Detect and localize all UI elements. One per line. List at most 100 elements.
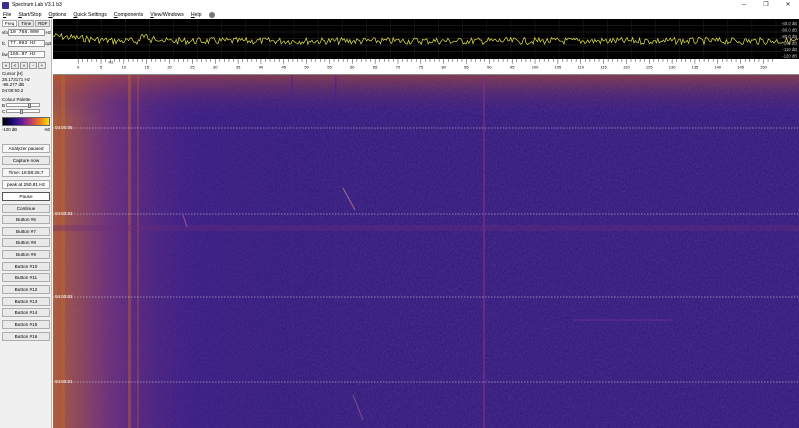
db-label: -110 dB [783, 47, 798, 52]
scale-tick-label: 65 [373, 64, 378, 69]
scale-tick-label: 85 [464, 64, 469, 69]
scale-tick-label: 0 [77, 64, 80, 69]
db-label: -100 dB [782, 41, 797, 46]
db-label: -120 dB [782, 54, 797, 59]
window-title: Spectrum Lab V3.1 b3 [12, 2, 62, 8]
cursor-time: 04:00:50.2 [2, 87, 24, 93]
scale-tick-label: 55 [327, 64, 332, 69]
user-button-8[interactable]: Button #8 [2, 238, 50, 247]
menu-options[interactable]: Options [48, 12, 66, 18]
brightness-slider[interactable] [6, 103, 40, 108]
scale-tick-label: 5 [100, 64, 103, 69]
vfo-unit: Hz [45, 30, 52, 35]
scroll-left-button[interactable]: < [11, 62, 19, 69]
waterfall-display[interactable]: 04:00:05 04:00:03 04:00:03 04:00:01 [53, 75, 799, 428]
zoom-out-button[interactable]: - [29, 62, 37, 69]
scale-tick-label: 40 [259, 64, 264, 69]
cursor-readout: Cursor [H] 28.173171 Hz -86.277 dB 04:00… [2, 71, 50, 93]
user-button-15[interactable]: Button #15 [2, 320, 50, 329]
control-panel: Freq Time RDF vfo 10 768.000 Hz fc 77.96… [0, 19, 52, 428]
palette-gradient[interactable] [2, 117, 50, 126]
colour-palette-group: Colour Palette B C -100 dB -50 [2, 97, 50, 132]
scale-tick-label: 75 [419, 64, 424, 69]
status-dot-icon [208, 11, 215, 18]
user-button-7[interactable]: Button #7 [2, 227, 50, 236]
fc-row: fc 77.963 Hz opt [2, 40, 51, 47]
brightness-slider-thumb[interactable] [28, 103, 31, 108]
scale-tick-label: 110 [578, 64, 585, 69]
scroll-far-right-button[interactable]: » [20, 62, 28, 69]
scale-tick-label: 10 [122, 64, 127, 69]
scale-unit-label: Hz [109, 60, 114, 65]
scale-tick-label: 115 [600, 64, 607, 69]
palette-min-label: -100 dB [2, 127, 18, 132]
menu-start-stop[interactable]: Start/Stop [18, 12, 41, 18]
bw-row: bw 155.97 Hz [2, 51, 51, 58]
bw-field[interactable]: 155.97 Hz [8, 51, 45, 58]
analyzer-status-button[interactable]: Analyzer paused [2, 144, 50, 153]
menu-view-windows[interactable]: View/Windows [150, 12, 184, 18]
tab-time[interactable]: Time [18, 20, 35, 27]
user-button-12[interactable]: Button #12 [2, 285, 50, 294]
time-marker-label: 04:00:05 [55, 125, 73, 130]
tab-rdf[interactable]: RDF [35, 20, 51, 27]
vfo-row: vfo 10 768.000 Hz [2, 29, 51, 36]
palette-max-label: -50 [43, 127, 50, 132]
user-button-16[interactable]: Button #16 [2, 332, 50, 341]
contrast-slider[interactable] [6, 109, 40, 114]
capture-now-button[interactable]: Capture now [2, 156, 50, 165]
menu-help[interactable]: Help [191, 12, 202, 18]
scale-tick-label: 140 [714, 64, 721, 69]
tab-freq[interactable]: Freq [2, 20, 18, 27]
scale-tick-label: 70 [396, 64, 401, 69]
user-button-11[interactable]: Button #11 [2, 273, 50, 282]
fc-opt[interactable]: opt [45, 41, 51, 46]
scale-tick-label: 35 [236, 64, 241, 69]
scale-tick-label: 130 [669, 64, 676, 69]
continue-button[interactable]: Continue [2, 204, 50, 213]
minimize-button[interactable]: ─ [733, 0, 755, 10]
scale-tick-label: 30 [213, 64, 218, 69]
scale-tick-label: 105 [555, 64, 562, 69]
app-icon [2, 1, 9, 9]
scale-tick-label: 135 [692, 64, 699, 69]
scale-tick-label: 125 [646, 64, 653, 69]
menu-file[interactable]: File [3, 12, 11, 18]
user-button-10[interactable]: Button #10 [2, 262, 50, 271]
scale-tick-label: 20 [167, 64, 172, 69]
time-marker-label: 04:00:01 [55, 379, 73, 384]
menu-quick-settings[interactable]: Quick Settings [73, 12, 106, 18]
scale-tick-label: 25 [190, 64, 195, 69]
scale-tick-label: 80 [441, 64, 446, 69]
time-display: Time: 18:58:26.7 [2, 168, 50, 177]
user-button-14[interactable]: Button #14 [2, 308, 50, 317]
db-label: -60.0 dB [781, 28, 797, 33]
scale-tick-label: 45 [282, 64, 287, 69]
peak-display: peak at 250.81 Hz [2, 180, 50, 189]
scale-tick-label: 15 [144, 64, 149, 69]
db-label: -80.0 dB [781, 34, 797, 39]
maximize-button[interactable]: ❐ [755, 0, 777, 10]
user-button-13[interactable]: Button #13 [2, 297, 50, 306]
frequency-scale[interactable]: 0 5 10 15 20 25 30 35 40 45 50 55 60 65 70 75 80 85 90 95 10… [53, 59, 799, 75]
menu-components[interactable]: Components [114, 12, 143, 18]
scale-tick-label: 100 [532, 64, 539, 69]
vfo-field[interactable]: 10 768.000 [8, 29, 45, 36]
user-button-9[interactable]: Button #9 [2, 250, 50, 259]
scale-tick-label: 120 [623, 64, 630, 69]
zoom-in-button[interactable]: + [38, 62, 46, 69]
scale-tick-label: 95 [510, 64, 515, 69]
db-label: -40.0 dB [781, 21, 797, 26]
display-area: -40.0 dB -60.0 dB -80.0 dB -100 dB -110 dB -1… [53, 19, 799, 428]
scale-tick-label: 150 [760, 64, 767, 69]
user-button-6[interactable]: Button #6 [2, 215, 50, 224]
time-marker-label: 04:00:03 [55, 294, 73, 299]
spectrum-graph[interactable]: -40.0 dB -60.0 dB-80.0 dB -100 dB-110 dB -1… [53, 19, 799, 59]
close-button[interactable]: ✕ [777, 0, 799, 10]
contrast-slider-thumb[interactable] [20, 109, 23, 114]
pause-button[interactable]: Pause [2, 192, 50, 201]
scale-tick-label: 90 [487, 64, 492, 69]
fc-field[interactable]: 77.963 Hz [8, 40, 45, 47]
scroll-far-left-button[interactable]: « [2, 62, 10, 69]
time-marker-label: 04:00:03 [55, 211, 73, 216]
